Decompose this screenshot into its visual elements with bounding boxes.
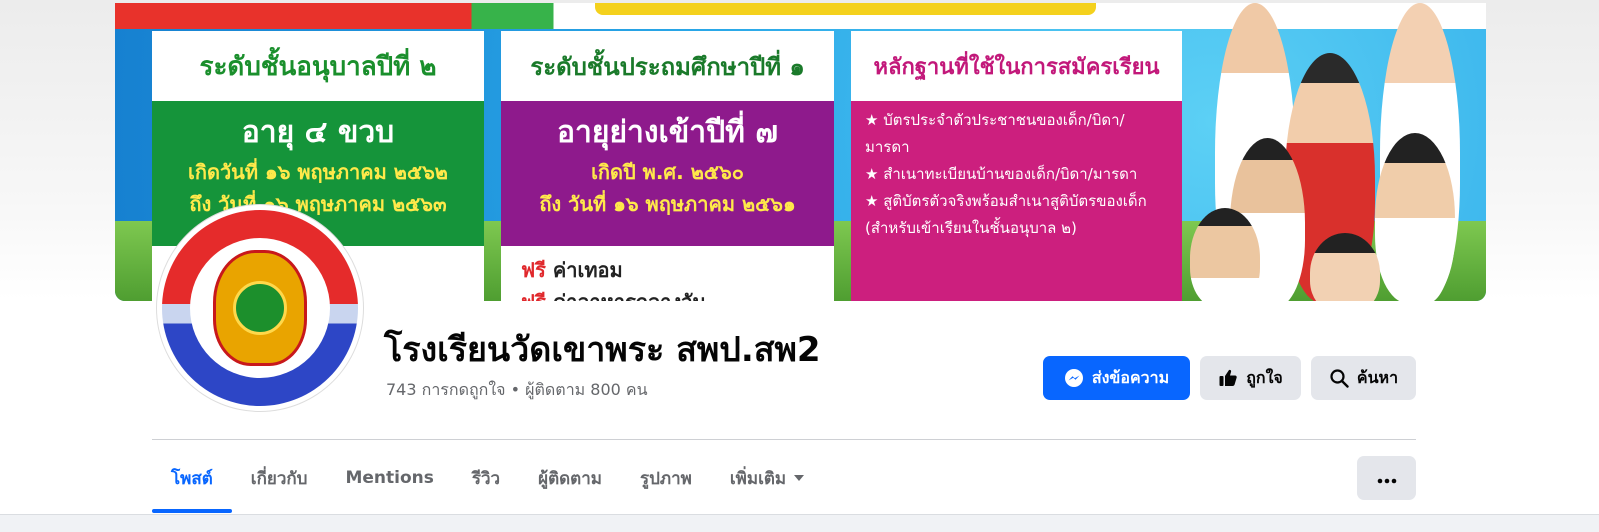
more-options-button[interactable] — [1357, 456, 1416, 500]
search-button[interactable]: ค้นหา — [1311, 356, 1416, 400]
search-icon — [1329, 368, 1349, 388]
profile-avatar[interactable] — [157, 205, 363, 411]
cover-panel-documents: หลักฐานที่ใช้ในการสมัครเรียน ★ บัตรประจำ… — [851, 31, 1182, 301]
more-horizontal-icon — [1377, 469, 1397, 488]
free-label: ฟรี — [521, 258, 546, 282]
tab-more[interactable]: เพิ่มเติม — [711, 456, 823, 500]
document-item: ★ สำเนาทะเบียนบ้านของเด็ก/บิดา/มารดา — [865, 165, 1138, 183]
page-tabs: โพสต์ เกี่ยวกับ Mentions รีวิว ผู้ติดตาม… — [152, 455, 823, 513]
like-button-label: ถูกใจ — [1246, 367, 1283, 387]
tab-posts[interactable]: โพสต์ — [152, 456, 232, 513]
panel-body: ★ บัตรประจำตัวประชาชนของเด็ก/บิดา/มารดา … — [851, 101, 1182, 301]
tab-followers[interactable]: ผู้ติดตาม — [519, 456, 621, 500]
page-stats[interactable]: 743 การกดถูกใจ • ผู้ติดตาม 800 คน — [386, 378, 648, 403]
panel-age: อายุย่างเข้าปีที่ ๗ — [557, 115, 778, 150]
document-item: (สำหรับเข้าเรียนในชั้นอนุบาล ๒) — [865, 219, 1077, 237]
panel-body: อายุย่างเข้าปีที่ ๗ เกิดปี พ.ศ. ๒๕๖๐ ถึง… — [501, 101, 834, 246]
avatar-inner — [190, 238, 330, 378]
panel-footer: ฟรี ค่าเทอม ฟรี ค่าอาหารกลางวัน — [501, 246, 834, 301]
panel-line: ถึง วันที่ ๑๖ พฤษภาคม ๒๕๖๓ — [189, 192, 447, 216]
messenger-icon — [1064, 368, 1084, 388]
panel-age: อายุ ๔ ขวบ — [241, 115, 395, 150]
page-title: โรงเรียนวัดเขาพระ สพป.สพ2 — [384, 330, 821, 370]
cover-students-photo — [1190, 3, 1486, 301]
header-divider — [152, 439, 1416, 440]
avatar-ring — [162, 210, 358, 406]
tab-reviews[interactable]: รีวิว — [453, 456, 519, 500]
free-label: ฟรี — [521, 290, 546, 301]
free-item: ค่าเทอม — [552, 258, 623, 282]
message-button[interactable]: ส่งข้อความ — [1043, 356, 1190, 400]
document-item: ★ บัตรประจำตัวประชาชนของเด็ก/บิดา/มารดา — [865, 111, 1125, 156]
cover-panel-primary: ระดับชั้นประถมศึกษาปีที่ ๑ อายุย่างเข้าป… — [501, 31, 834, 301]
tab-photos[interactable]: รูปภาพ — [621, 456, 711, 500]
page-body-edge — [0, 514, 1599, 532]
school-emblem-logo — [213, 250, 307, 366]
panel-heading: ระดับชั้นประถมศึกษาปีที่ ๑ — [530, 52, 805, 81]
search-button-label: ค้นหา — [1356, 367, 1399, 387]
student-figure — [1375, 133, 1455, 301]
caret-down-icon — [794, 475, 805, 481]
thumbs-up-icon — [1218, 368, 1238, 388]
document-item: ★ สูติบัตรตัวจริงพร้อมสำเนาสูติบัตรของเด… — [865, 192, 1147, 210]
like-button[interactable]: ถูกใจ — [1200, 356, 1301, 400]
panel-line: เกิดวันที่ ๑๖ พฤษภาคม ๒๕๖๒ — [188, 160, 448, 184]
panel-heading: หลักฐานที่ใช้ในการสมัครเรียน — [873, 54, 1160, 80]
tab-about[interactable]: เกี่ยวกับ — [232, 456, 327, 500]
message-button-label: ส่งข้อความ — [1091, 367, 1170, 387]
tab-mentions[interactable]: Mentions — [326, 456, 452, 500]
free-item: ค่าอาหารกลางวัน — [553, 290, 706, 301]
student-figure — [1190, 208, 1260, 301]
panel-heading: ระดับชั้นอนุบาลปีที่ ๒ — [199, 51, 437, 82]
panel-line: ถึง วันที่ ๑๖ พฤษภาคม ๒๕๖๑ — [539, 192, 796, 216]
panel-line: เกิดปี พ.ศ. ๒๕๖๐ — [591, 160, 744, 184]
emblem-core — [233, 281, 287, 335]
